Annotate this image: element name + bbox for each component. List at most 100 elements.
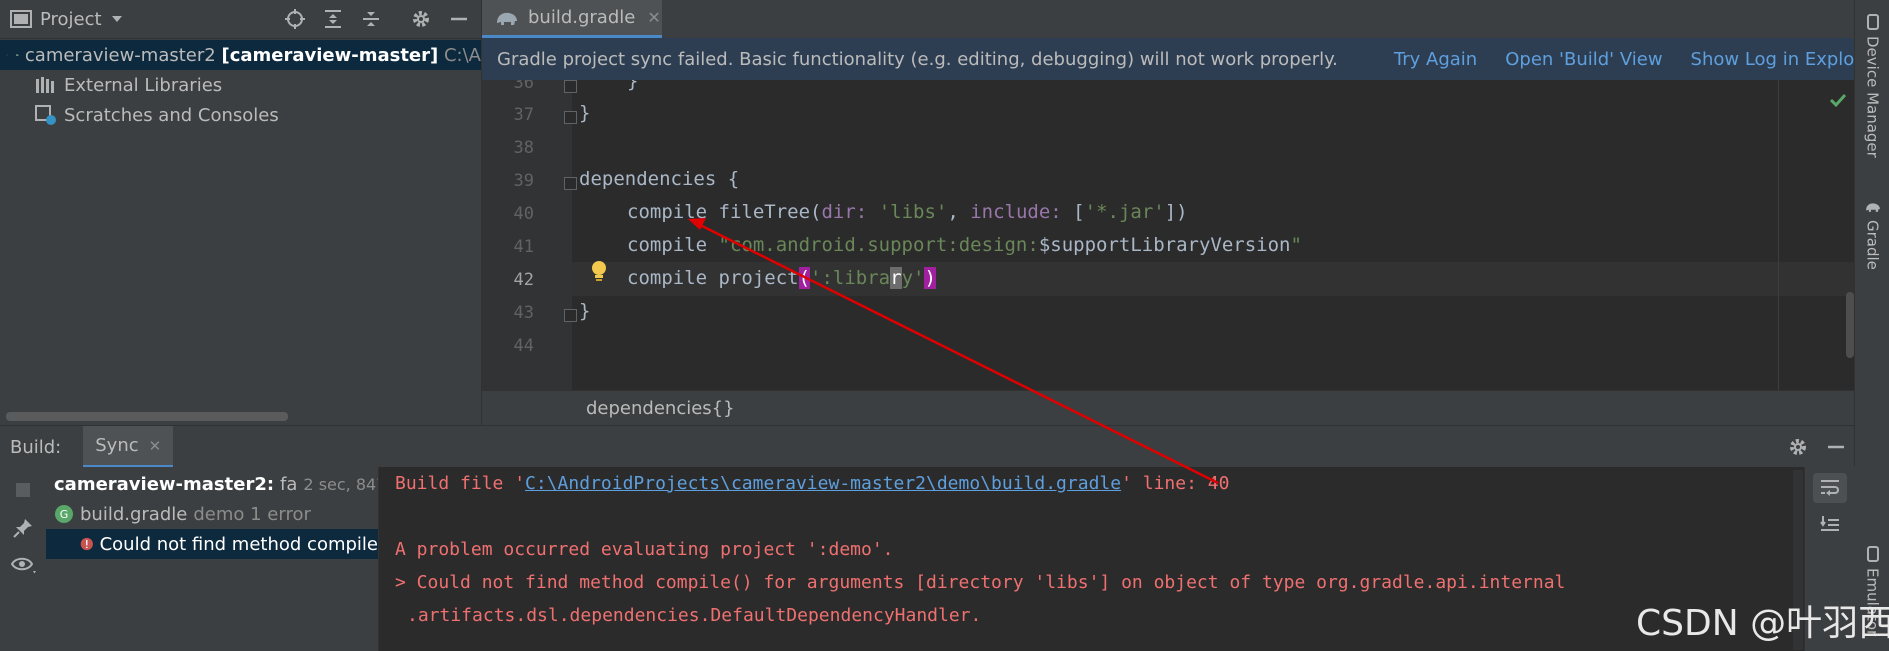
line-number: 44 [513, 336, 534, 356]
soft-wrap-button[interactable] [1813, 473, 1847, 503]
text-caret: r [890, 267, 902, 289]
crosshair-icon [285, 9, 305, 29]
error-icon [80, 537, 93, 551]
eye-icon[interactable] [10, 555, 38, 577]
breadcrumb[interactable]: dependencies{} [586, 398, 735, 419]
show-log-link[interactable]: Show Log in Explorer [1691, 49, 1880, 70]
module-folder-icon [16, 54, 19, 57]
build-tree-file[interactable]: G build.gradle demo 1 error [46, 499, 378, 529]
fold-marker[interactable] [564, 309, 577, 322]
close-tab-icon[interactable]: ✕ [149, 437, 162, 455]
project-panel-header: Project [0, 0, 481, 39]
expand-all-button[interactable] [316, 0, 350, 38]
matched-paren: ( [798, 267, 811, 289]
build-file-link[interactable]: C:\AndroidProjects\cameraview-master2\de… [525, 473, 1121, 494]
device-manager-tab[interactable]: Device Manager [1855, 14, 1889, 158]
matched-paren: ) [924, 267, 936, 289]
output-line: A problem occurred evaluating project ':… [395, 539, 894, 560]
build-left-toolbar [0, 467, 47, 651]
device-icon [1866, 14, 1879, 30]
right-margin-guide [1778, 80, 1779, 390]
emulator-icon [1866, 546, 1879, 562]
fold-marker[interactable] [564, 111, 577, 124]
output-line: Build file 'C:\AndroidProjects\cameravie… [395, 473, 1230, 494]
open-build-view-link[interactable]: Open 'Build' View [1505, 49, 1662, 70]
hide-build-panel-button[interactable] [1819, 428, 1853, 466]
project-settings-button[interactable] [404, 0, 438, 38]
close-tab-icon[interactable]: ✕ [647, 8, 660, 27]
minimize-icon [451, 17, 467, 21]
locate-file-button[interactable] [278, 0, 312, 38]
line-number: 37 [513, 105, 534, 125]
collapse-all-button[interactable] [354, 0, 388, 38]
inspection-ok-checkmark-icon[interactable] [1829, 92, 1847, 108]
line-number: 43 [513, 303, 534, 323]
libraries-icon [36, 77, 54, 93]
tree-item-cameraview-master2[interactable]: cameraview-master2 [cameraview-master] C… [0, 40, 481, 70]
svg-text:G: G [60, 508, 69, 521]
gradle-elephant-icon [497, 12, 517, 25]
tree-item-external-libraries[interactable]: External Libraries [0, 70, 481, 100]
lightbulb-icon[interactable] [590, 260, 608, 284]
project-view-dropdown[interactable]: Project [10, 0, 124, 38]
line-number: 40 [513, 204, 534, 224]
code-line-39: dependencies { [579, 168, 740, 190]
code-line-41: compile "com.android.support:design:$sup… [627, 234, 1302, 256]
expand-all-icon [325, 10, 341, 28]
line-number: 39 [513, 171, 534, 191]
tab-build-gradle[interactable]: build.gradle ✕ [482, 0, 662, 38]
module-id: [cameraview-master] [221, 44, 439, 66]
pin-icon[interactable] [12, 517, 34, 539]
soft-wrap-icon [1821, 480, 1839, 496]
stop-icon[interactable] [14, 481, 32, 499]
line-number: 38 [513, 138, 534, 158]
module-name: cameraview-master2 [24, 44, 216, 66]
build-tree-error[interactable]: Could not find method compile [46, 529, 378, 559]
tree-item-label: Scratches and Consoles [64, 104, 279, 126]
gradle-elephant-icon [1865, 203, 1880, 212]
chevron-down-icon [111, 16, 122, 22]
project-horizontal-scrollbar[interactable] [6, 412, 288, 421]
code-editor[interactable]: 36 37 38 39 40 41 42 43 44 } } dependenc… [482, 80, 1854, 390]
sync-failed-banner: Gradle project sync failed. Basic functi… [482, 38, 1880, 80]
code-line-37: } [579, 102, 591, 124]
banner-message: Gradle project sync failed. Basic functi… [497, 48, 1338, 70]
line-number: 41 [513, 237, 534, 257]
gradle-tab[interactable]: Gradle [1855, 200, 1889, 270]
scratches-icon [35, 105, 56, 125]
module-path: C:\A [443, 44, 481, 66]
editor-scrollbar-thumb[interactable] [1846, 292, 1854, 358]
collapse-all-icon [363, 12, 379, 26]
breadcrumb-bar: dependencies{} [482, 390, 1854, 426]
scroll-to-end-icon [1820, 516, 1839, 531]
code-line-40: compile fileTree(dir: 'libs', include: [… [627, 201, 1188, 223]
tab-sync[interactable]: Sync ✕ [83, 426, 174, 468]
gear-icon [413, 11, 429, 27]
fold-marker[interactable] [564, 80, 577, 93]
editor-tab-bar: build.gradle ✕ [482, 0, 1854, 39]
build-tool-window-header: Build: Sync ✕ [0, 425, 1854, 468]
output-line: > Could not find method compile() for ar… [395, 572, 1566, 593]
tree-item-label: External Libraries [64, 74, 223, 96]
project-window-icon [10, 10, 32, 28]
line-number: 36 [513, 80, 534, 93]
build-settings-button[interactable] [1781, 428, 1815, 466]
try-again-link[interactable]: Try Again [1394, 49, 1477, 70]
code-line-43: } [579, 300, 591, 322]
minimize-icon [1828, 445, 1844, 449]
build-results-tree: cameraview-master2: fa 2 sec, 847 ms G b… [46, 467, 379, 651]
code-line-42: compile project(':library') [627, 267, 936, 289]
scroll-to-end-button[interactable] [1813, 509, 1847, 539]
chevron-right-icon[interactable] [6, 45, 8, 65]
gear-icon [1790, 439, 1806, 455]
right-tool-strip: Device Manager Gradle Emulator [1854, 0, 1889, 651]
line-number: 42 [513, 270, 534, 290]
build-tree-root[interactable]: cameraview-master2: fa 2 sec, 847 ms [46, 469, 378, 499]
tree-item-scratches[interactable]: Scratches and Consoles [0, 100, 481, 130]
hide-project-panel-button[interactable] [442, 0, 476, 38]
project-panel-title: Project [40, 8, 102, 30]
build-output-console[interactable]: Build file 'C:\AndroidProjects\cameravie… [379, 467, 1804, 651]
fold-marker[interactable] [564, 177, 577, 190]
gradle-file-icon: G [55, 505, 73, 523]
build-label: Build: [10, 436, 62, 458]
